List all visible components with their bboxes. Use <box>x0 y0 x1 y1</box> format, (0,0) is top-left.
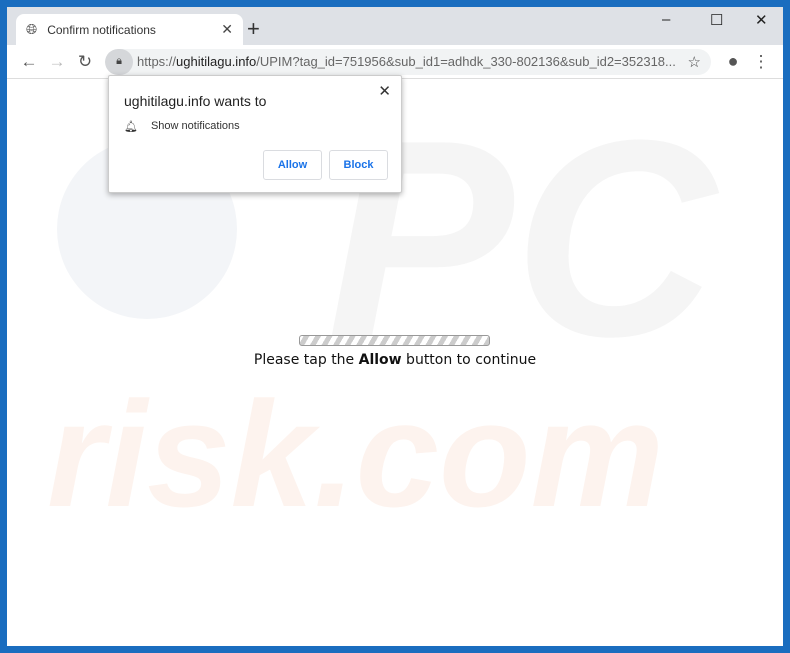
close-tab-icon[interactable]: ✕ <box>221 21 233 38</box>
reload-button[interactable]: ↻ <box>71 52 99 72</box>
browser-window: 🌐︎ Confirm notifications ✕ + – ☐ ✕ ← → ↻… <box>7 7 783 646</box>
popup-title: ughitilagu.info wants to <box>124 93 267 109</box>
watermark-risk: risk.com <box>47 370 664 538</box>
url-host: ughitilagu.info <box>176 54 257 69</box>
new-tab-button[interactable]: + <box>247 16 260 42</box>
close-window-button[interactable]: ✕ <box>755 11 768 29</box>
address-bar[interactable]: 🔒︎ https://ughitilagu.info/UPIM?tag_id=7… <box>105 48 711 75</box>
maximize-button[interactable]: ☐ <box>710 11 723 29</box>
bell-icon: 🔔︎ <box>124 121 138 133</box>
tab-strip: 🌐︎ Confirm notifications ✕ + – ☐ ✕ <box>7 7 783 45</box>
tab-confirm-notifications[interactable]: 🌐︎ Confirm notifications ✕ <box>16 14 243 45</box>
block-button[interactable]: Block <box>329 150 388 180</box>
tab-title: Confirm notifications <box>47 22 156 37</box>
menu-icon[interactable]: ⋮ <box>747 52 775 72</box>
back-button[interactable]: ← <box>15 52 43 72</box>
profile-icon[interactable]: ● <box>719 51 747 72</box>
notification-permission-popup: ughitilagu.info wants to ✕ 🔔︎ Show notifi… <box>108 75 402 193</box>
instruction-text: Please tap the Allow button to continue <box>253 352 537 368</box>
minimize-button[interactable]: – <box>662 11 670 28</box>
bookmark-star-icon[interactable]: ☆ <box>688 53 701 71</box>
globe-icon: 🌐︎ <box>26 21 38 37</box>
permission-label: Show notifications <box>150 120 240 132</box>
close-popup-icon[interactable]: ✕ <box>378 82 391 100</box>
url-scheme: https:// <box>137 54 177 69</box>
toolbar: ← → ↻ 🔒︎ https://ughitilagu.info/UPIM?ta… <box>7 45 783 79</box>
lock-icon[interactable]: 🔒︎ <box>105 48 133 75</box>
forward-button[interactable]: → <box>43 52 71 72</box>
url-path: /UPIM?tag_id=751956&sub_id1=adhdk_330-80… <box>256 54 676 69</box>
loading-bar <box>299 335 490 346</box>
allow-button[interactable]: Allow <box>263 150 322 180</box>
